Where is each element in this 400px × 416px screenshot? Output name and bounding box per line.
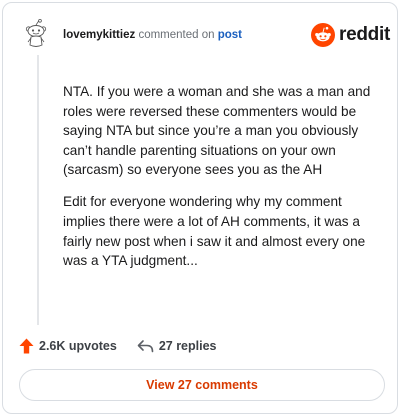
comment-body: NTA. If you were a woman and she was a m… bbox=[63, 82, 385, 283]
reddit-snoo-icon bbox=[311, 23, 335, 47]
reddit-wordmark: reddit bbox=[339, 24, 390, 45]
reply-button[interactable]: 27 replies bbox=[137, 339, 217, 353]
upvote-button[interactable]: 2.6K upvotes bbox=[19, 338, 117, 354]
comment-footer: 2.6K upvotes 27 replies bbox=[19, 336, 217, 356]
snoo-avatar-icon[interactable] bbox=[21, 19, 51, 49]
view-comments-button[interactable]: View 27 comments bbox=[19, 369, 385, 401]
username-link[interactable]: lovemykittiez bbox=[63, 29, 135, 41]
reply-arrow-icon bbox=[137, 340, 154, 353]
comment-paragraph: NTA. If you were a woman and she was a m… bbox=[63, 84, 371, 178]
upvote-count: 2.6K upvotes bbox=[39, 339, 117, 353]
upvote-arrow-icon bbox=[19, 338, 34, 354]
thread-line bbox=[37, 55, 39, 325]
post-link[interactable]: post bbox=[218, 29, 242, 41]
reply-count: 27 replies bbox=[158, 339, 217, 353]
comment-card: lovemykittiez commented on post reddit N… bbox=[2, 2, 398, 414]
comment-byline: lovemykittiez commented on post bbox=[63, 29, 242, 41]
action-text: commented on bbox=[138, 29, 215, 41]
comment-header: lovemykittiez commented on post reddit bbox=[3, 3, 397, 63]
comment-paragraph: Edit for everyone wondering why my comme… bbox=[63, 194, 366, 269]
reddit-logo[interactable]: reddit bbox=[311, 22, 390, 48]
